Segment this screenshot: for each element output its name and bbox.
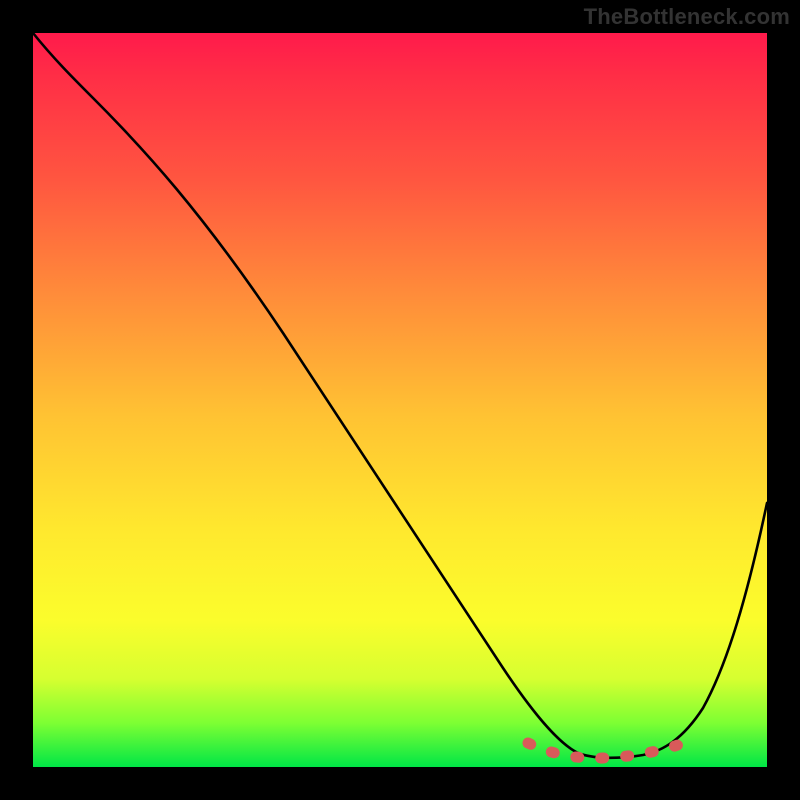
plot-area bbox=[33, 33, 767, 767]
attribution-label: TheBottleneck.com bbox=[584, 4, 790, 30]
chart-frame: TheBottleneck.com bbox=[0, 0, 800, 800]
bottleneck-curve bbox=[33, 33, 767, 758]
highlight-markers bbox=[528, 743, 678, 758]
curve-svg bbox=[33, 33, 767, 767]
